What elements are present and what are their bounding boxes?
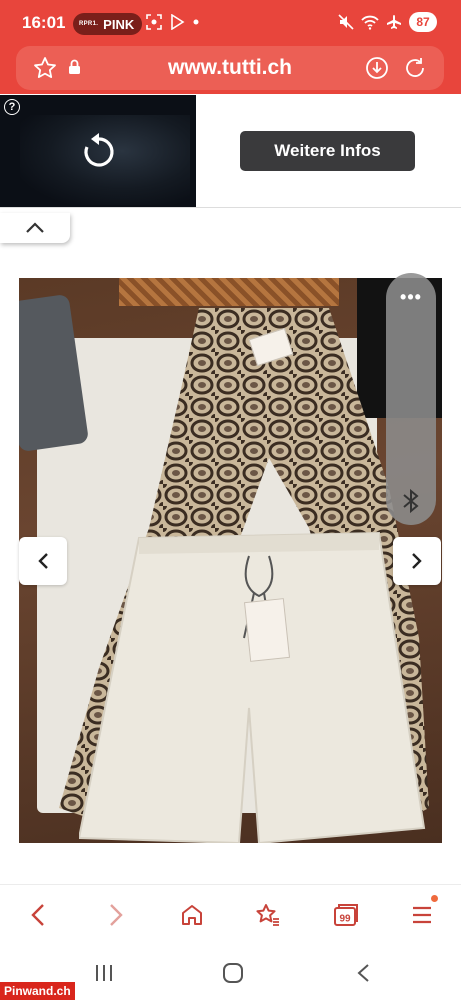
mute-icon <box>338 14 354 30</box>
chevron-right-icon <box>412 553 422 569</box>
recents-button[interactable] <box>89 958 119 988</box>
ad-banner[interactable]: ? Weitere Infos <box>0 95 461 208</box>
home-system-button[interactable] <box>218 958 248 988</box>
bookmarks-button[interactable] <box>252 899 284 931</box>
forward-icon <box>110 904 123 926</box>
reload-icon[interactable] <box>403 56 427 80</box>
tab-count: 99 <box>339 914 351 925</box>
back-icon <box>31 904 44 926</box>
tabs-icon: 99 <box>334 904 358 926</box>
browser-toolbar: 99 <box>0 884 461 944</box>
url-bar[interactable]: www.tutti.ch <box>16 46 444 90</box>
replay-icon[interactable] <box>82 133 116 169</box>
radio-notification-pill: RPR1. PINK <box>73 13 143 35</box>
gallery-prev-button[interactable] <box>19 537 67 585</box>
recents-icon <box>96 965 112 981</box>
battery-indicator: 87 <box>409 12 437 32</box>
status-time: 16:01 <box>22 13 66 32</box>
ad-more-info-button[interactable]: Weitere Infos <box>240 131 415 171</box>
watermark-label: Pinwand.ch <box>0 982 75 1000</box>
download-icon[interactable] <box>365 56 389 80</box>
listing-photo[interactable] <box>19 278 442 843</box>
chevron-up-icon <box>26 222 44 233</box>
back-system-button[interactable] <box>348 958 378 988</box>
status-icons-left <box>146 14 199 30</box>
forward-button[interactable] <box>100 899 132 931</box>
menu-notification-dot <box>431 895 438 902</box>
status-icons-right: 87 <box>338 12 437 32</box>
radio-logo: RPR1. <box>79 21 99 27</box>
edge-panel[interactable]: ••• <box>386 273 436 525</box>
bookmark-star-icon <box>256 904 279 926</box>
ad-video-thumbnail[interactable]: ? <box>0 95 196 207</box>
back-triangle-icon <box>357 964 369 982</box>
status-bar: 16:01 RPR1. PINK 87 <box>0 0 461 46</box>
dot-icon <box>193 19 199 25</box>
chevron-left-icon <box>38 553 48 569</box>
photo-white-shorts <box>79 531 426 843</box>
back-button[interactable] <box>22 899 54 931</box>
wifi-icon <box>361 15 379 30</box>
home-circle-icon <box>223 963 243 983</box>
bluetooth-icon[interactable] <box>400 488 422 514</box>
ad-help-icon[interactable]: ? <box>4 99 20 115</box>
airplane-icon <box>387 15 401 29</box>
photo-rug <box>119 278 339 306</box>
home-button[interactable] <box>176 899 208 931</box>
photo-price-tag-2 <box>243 598 291 662</box>
home-icon <box>182 905 202 925</box>
menu-icon <box>413 906 431 924</box>
play-store-icon <box>171 14 185 30</box>
gallery-next-button[interactable] <box>393 537 441 585</box>
more-dots-icon[interactable]: ••• <box>386 287 436 308</box>
tabs-button[interactable]: 99 <box>330 899 362 931</box>
menu-button[interactable] <box>406 899 438 931</box>
screenshot-icon <box>146 14 162 30</box>
radio-station-label: PINK <box>103 16 135 32</box>
collapse-ad-button[interactable] <box>0 213 70 243</box>
